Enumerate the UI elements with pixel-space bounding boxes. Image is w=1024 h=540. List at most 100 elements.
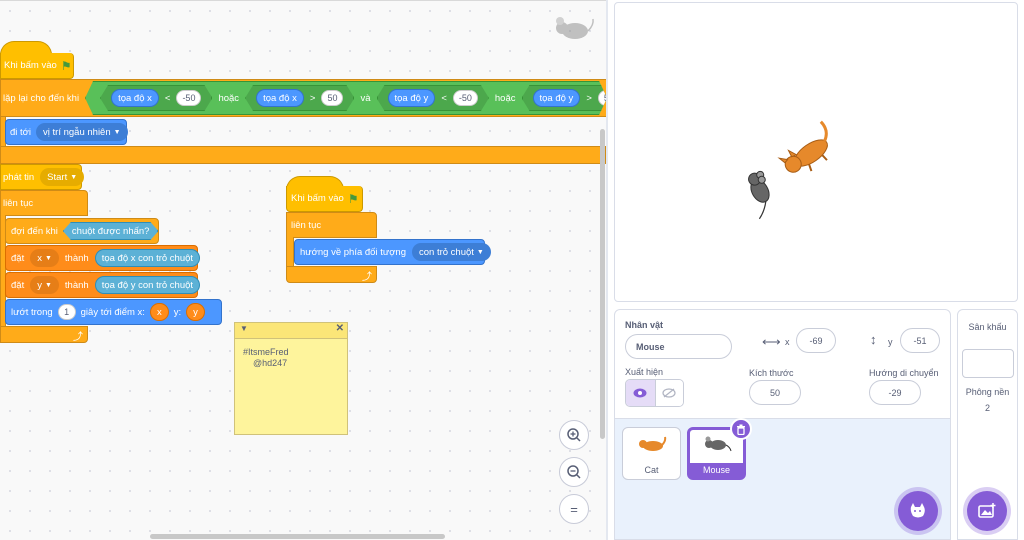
panel-divider	[606, 0, 608, 540]
broadcast-label: phát tin	[3, 171, 35, 183]
hide-button[interactable]	[654, 380, 683, 406]
stage-sprites	[748, 120, 828, 220]
y-position-reporter[interactable]: tọa độ y	[388, 89, 436, 107]
current-sprite-watermark-icon	[549, 15, 595, 43]
y-label: y	[888, 337, 893, 347]
or-label: hoặc	[218, 92, 240, 104]
dropdown-caret-icon: ▼	[113, 128, 121, 136]
eye-slash-icon	[662, 388, 676, 398]
variable-dropdown[interactable]: x ▼	[30, 249, 59, 267]
backdrops-count: 2	[984, 403, 990, 413]
point-towards-block[interactable]: hướng về phía đối tượng con trỏ chuột ▼	[294, 239, 491, 265]
x-arrows-icon: ⟷	[762, 334, 781, 349]
gt-symbol: >	[586, 92, 592, 104]
stage-canvas[interactable]	[614, 2, 1018, 302]
gt-operator[interactable]: tọa độ y > 50	[522, 85, 609, 111]
or-and-operator[interactable]: tọa độ x < -50 hoặc tọa độ x > 50 và tọa…	[85, 81, 607, 115]
y-position-reporter[interactable]: tọa độ y	[533, 89, 581, 107]
choose-backdrop-button[interactable]	[967, 491, 1007, 531]
collapse-triangle-icon[interactable]: ▼	[240, 324, 248, 333]
broadcast-block[interactable]: phát tin Start ▼	[0, 164, 85, 190]
vertical-scrollbar[interactable]	[600, 129, 605, 439]
lt-operator[interactable]: tọa độ y < -50	[377, 85, 489, 111]
variable-name: x	[37, 252, 42, 264]
repeat-until-block[interactable]: lặp lại cho đến khi tọa độ x < -50 hoặc …	[0, 79, 608, 117]
forever-block[interactable]: liên tục	[0, 190, 88, 216]
size-label: Kích thước	[749, 368, 794, 378]
close-icon[interactable]: ✕	[336, 323, 344, 334]
backdrop-add-icon	[978, 503, 996, 518]
variable-y-reporter[interactable]: y	[186, 303, 205, 321]
sprite-name-input[interactable]: Mouse	[625, 334, 732, 359]
dropdown-caret-icon: ▼	[44, 254, 52, 262]
stage-title: Sân khấu	[968, 322, 1007, 332]
zoom-in-button[interactable]	[559, 420, 589, 450]
backdrop-thumbnail[interactable]	[962, 349, 1014, 378]
lt-symbol: <	[441, 92, 447, 104]
zoom-out-icon	[567, 465, 581, 479]
zoom-reset-icon: =	[570, 501, 578, 517]
variable-dropdown[interactable]: y ▼	[30, 276, 59, 294]
direction-input[interactable]: -29	[869, 380, 921, 405]
forever-block[interactable]: liên tục	[286, 212, 377, 238]
comment-note[interactable]: ▼ ✕ #ItsmeFred @hd247	[234, 322, 348, 435]
broadcast-message-dropdown[interactable]: Start ▼	[40, 168, 85, 186]
sprite-tile-cat[interactable]: Cat	[622, 427, 681, 480]
when-flag-clicked-block[interactable]: Khi bấm vào ⚑	[286, 186, 363, 212]
gt-symbol: >	[309, 92, 316, 104]
visibility-toggle	[625, 379, 684, 407]
note-header[interactable]: ▼ ✕	[235, 323, 347, 339]
y-arrows-icon: ↕	[870, 332, 877, 347]
to-label: thành	[64, 279, 89, 291]
size-input[interactable]: 50	[749, 380, 801, 405]
set-label: đặt	[11, 279, 25, 291]
direction-label: Hướng di chuyển	[869, 368, 939, 378]
x-position-reporter[interactable]: tọa độ x	[111, 89, 159, 107]
zoom-in-icon	[567, 428, 581, 442]
zoom-reset-button[interactable]: =	[559, 494, 589, 524]
loop-arrow-icon: ⤴	[362, 272, 372, 283]
delete-sprite-button[interactable]	[730, 418, 752, 440]
cat-sprite	[777, 120, 828, 173]
and-label: và	[360, 92, 371, 104]
set-variable-y-block[interactable]: đặt y ▼ thành tọa độ y con trỏ chuột	[5, 272, 201, 298]
glide-middle-label: giây tới điểm x:	[80, 306, 145, 318]
glide-block[interactable]: lướt trong 1 giây tới điểm x: x y: y	[5, 299, 222, 325]
lt-operator[interactable]: tọa độ x < -50	[100, 85, 212, 111]
variable-x-reporter[interactable]: x	[149, 303, 169, 321]
wait-until-block[interactable]: đợi đến khi chuột được nhấn?	[5, 218, 159, 244]
mouse-x-reporter[interactable]: tọa độ x con trỏ chuột	[94, 249, 201, 267]
go-to-label: đi tới	[10, 126, 32, 138]
choose-sprite-button[interactable]	[898, 491, 938, 531]
y-position-input[interactable]: -51	[900, 328, 940, 353]
mouse-down-reporter[interactable]: chuột được nhấn?	[63, 222, 159, 240]
zoom-out-button[interactable]	[559, 457, 589, 487]
point-towards-label: hướng về phía đối tượng	[300, 246, 406, 258]
point-target-dropdown[interactable]: con trỏ chuột ▼	[412, 243, 491, 261]
go-to-target-dropdown[interactable]: vị trí ngẫu nhiên ▼	[36, 123, 128, 141]
note-text[interactable]: #ItsmeFred @hd247	[235, 339, 347, 369]
forever-label: liên tục	[3, 197, 34, 209]
go-to-block[interactable]: đi tới vị trí ngẫu nhiên ▼	[5, 119, 128, 145]
green-flag-icon: ⚑	[347, 191, 359, 206]
value-input[interactable]: 50	[321, 90, 343, 106]
x-position-reporter[interactable]: tọa độ x	[256, 89, 304, 107]
variable-name: y	[37, 279, 42, 291]
horizontal-scrollbar[interactable]	[150, 534, 445, 539]
glide-seconds-input[interactable]: 1	[57, 304, 76, 320]
x-position-input[interactable]: -69	[796, 328, 836, 353]
repeat-until-bottom	[0, 146, 606, 164]
when-flag-clicked-block[interactable]: Khi bấm vào ⚑	[0, 53, 74, 79]
broadcast-message-value: Start	[47, 171, 68, 183]
code-workspace[interactable]: Khi bấm vào ⚑ lặp lại cho đến khi tọa độ…	[0, 0, 608, 540]
trash-icon	[737, 424, 745, 435]
go-to-target-value: vị trí ngẫu nhiên	[43, 126, 111, 138]
show-label: Xuất hiện	[625, 367, 664, 377]
mouse-y-reporter[interactable]: tọa độ y con trỏ chuột	[94, 276, 201, 294]
set-variable-x-block[interactable]: đặt x ▼ thành tọa độ x con trỏ chuột	[5, 245, 201, 271]
repeat-until-label: lặp lại cho đến khi	[3, 92, 80, 104]
show-button[interactable]	[626, 380, 655, 406]
value-input[interactable]: -50	[176, 90, 201, 106]
gt-operator[interactable]: tọa độ x > 50	[245, 85, 354, 111]
value-input[interactable]: -50	[453, 90, 478, 106]
